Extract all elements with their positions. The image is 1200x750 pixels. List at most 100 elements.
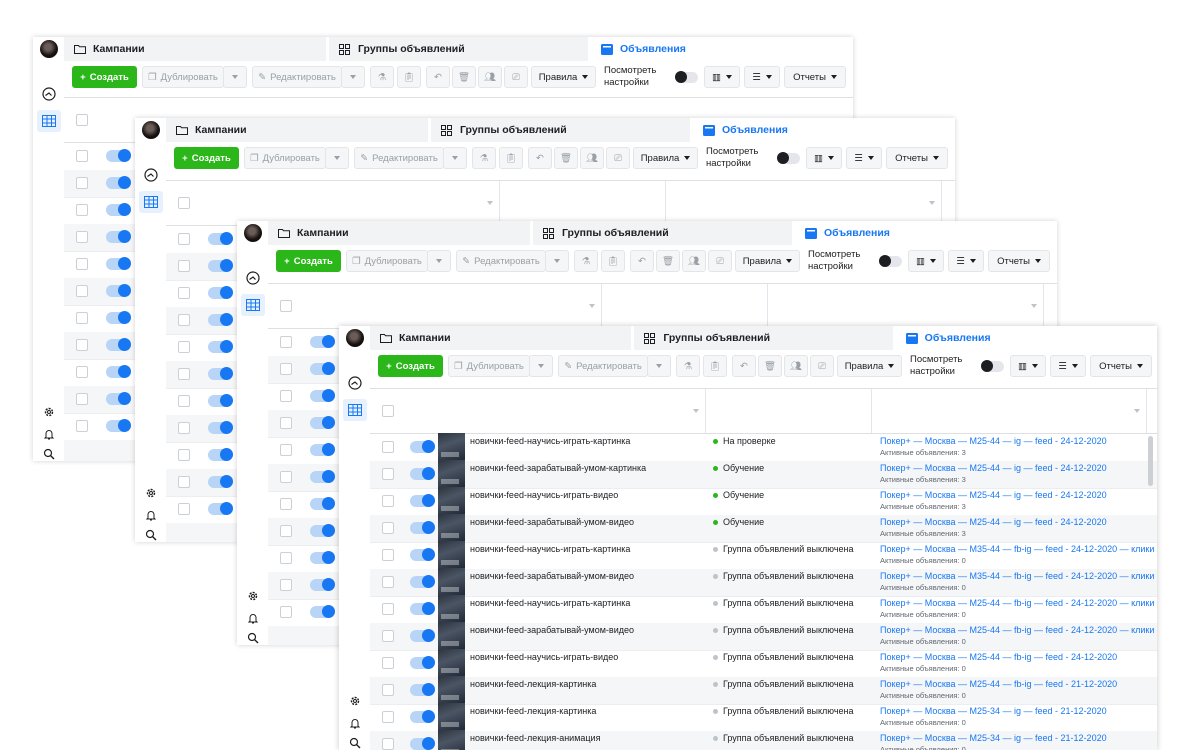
row-toggle[interactable] [208, 502, 233, 515]
duplicate-button[interactable]: ❐ Дублировать [142, 66, 224, 88]
audience-button[interactable]: 👥︎ [784, 355, 808, 377]
ad-name[interactable]: новички-feed-зарабатывай-умом-видео [470, 517, 634, 527]
row-checkbox[interactable] [178, 449, 190, 461]
adset-link[interactable]: Покер+ — Москва — M25-34 — ig — feed - 2… [880, 706, 1107, 716]
row-toggle[interactable] [410, 440, 435, 453]
create-button[interactable]: + Создать [72, 66, 137, 88]
tab-campaigns[interactable]: Кампании [268, 221, 533, 245]
row-checkbox[interactable] [382, 495, 394, 507]
column-adset-name[interactable] [872, 389, 1147, 433]
row-checkbox[interactable] [178, 368, 190, 380]
reports-button[interactable]: Отчеты [886, 147, 948, 169]
search-icon[interactable] [143, 528, 159, 542]
view-settings-toggle[interactable] [879, 255, 902, 267]
row-toggle[interactable] [310, 524, 335, 537]
adset-link[interactable]: Покер+ — Москва — M25-44 — ig — feed - 2… [880, 436, 1107, 446]
view-settings-toggle[interactable] [675, 71, 698, 83]
dashboard-icon[interactable] [40, 85, 58, 103]
ad-name[interactable]: новички-feed-научись-играть-картинка [470, 598, 630, 608]
duplicate-button[interactable]: ❐ Дублировать [244, 147, 326, 169]
edit-button[interactable]: ✎ Редактировать [456, 250, 546, 272]
row-toggle[interactable] [410, 548, 435, 561]
row-checkbox[interactable] [76, 366, 88, 378]
bell-icon[interactable] [41, 427, 57, 441]
row-toggle[interactable] [208, 421, 233, 434]
test-button[interactable]: ⚗ [676, 355, 700, 377]
row-checkbox[interactable] [76, 339, 88, 351]
row-checkbox[interactable] [178, 314, 190, 326]
row-checkbox[interactable] [280, 498, 292, 510]
column-status[interactable] [706, 389, 872, 433]
row-checkbox[interactable] [382, 576, 394, 588]
row-checkbox[interactable] [280, 579, 292, 591]
adset-link[interactable]: Покер+ — Москва — M25-44 — fb-ig — feed … [880, 598, 1154, 608]
delete-button[interactable]: 🗑︎ [656, 250, 680, 272]
bell-icon[interactable] [143, 508, 159, 522]
breakdown-button[interactable]: ☰ [1050, 355, 1086, 377]
ad-name[interactable]: новички-feed-научись-играть-картинка [470, 436, 630, 446]
row-checkbox[interactable] [178, 233, 190, 245]
row-checkbox[interactable] [280, 444, 292, 456]
edit-dropdown[interactable] [647, 355, 671, 377]
row-checkbox[interactable] [382, 738, 394, 750]
row-toggle[interactable] [208, 367, 233, 380]
row-toggle[interactable] [310, 389, 335, 402]
row-toggle[interactable] [410, 629, 435, 642]
rules-button[interactable]: Правила [837, 355, 902, 377]
settings-icon[interactable] [41, 405, 57, 419]
clipboard-button[interactable]: 📋︎ [397, 66, 421, 88]
row-toggle[interactable] [310, 443, 335, 456]
bell-icon[interactable] [245, 611, 261, 625]
row-checkbox[interactable] [178, 476, 190, 488]
row-checkbox[interactable] [76, 285, 88, 297]
row-toggle[interactable] [410, 656, 435, 669]
edit-dropdown[interactable] [443, 147, 467, 169]
bell-icon[interactable] [347, 716, 363, 730]
audience-button[interactable]: 👥︎ [580, 147, 604, 169]
preview-button[interactable]: ⎚ [810, 355, 834, 377]
view-settings-toggle[interactable] [981, 360, 1004, 372]
row-checkbox[interactable] [382, 441, 394, 453]
settings-icon[interactable] [347, 694, 363, 708]
row-checkbox[interactable] [280, 552, 292, 564]
undo-button[interactable]: ↶ [426, 66, 450, 88]
row-toggle[interactable] [410, 710, 435, 723]
reports-button[interactable]: Отчеты [784, 66, 846, 88]
rules-button[interactable]: Правила [633, 147, 698, 169]
dashboard-icon[interactable] [142, 166, 160, 184]
search-icon[interactable] [245, 631, 261, 645]
duplicate-button[interactable]: ❐ Дублировать [448, 355, 530, 377]
edit-dropdown[interactable] [341, 66, 365, 88]
columns-button[interactable]: ▥ [704, 66, 740, 88]
row-toggle[interactable] [106, 338, 131, 351]
tab-adsets[interactable]: Группы объявлений [431, 118, 693, 142]
row-toggle[interactable] [106, 230, 131, 243]
column-ad-name[interactable] [432, 389, 706, 433]
row-toggle[interactable] [410, 683, 435, 696]
adset-link[interactable]: Покер+ — Москва — M25-44 — fb-ig — feed … [880, 652, 1117, 662]
row-checkbox[interactable] [76, 393, 88, 405]
row-toggle[interactable] [208, 286, 233, 299]
row-toggle[interactable] [106, 392, 131, 405]
delete-button[interactable]: 🗑︎ [452, 66, 476, 88]
ad-name[interactable]: новички-feed-зарабатывай-умом-видео [470, 625, 634, 635]
search-icon[interactable] [41, 447, 57, 461]
row-toggle[interactable] [410, 737, 435, 750]
row-toggle[interactable] [310, 497, 335, 510]
column-ad-name[interactable] [228, 181, 500, 225]
duplicate-dropdown[interactable] [427, 250, 451, 272]
row-toggle[interactable] [310, 578, 335, 591]
row-toggle[interactable] [410, 602, 435, 615]
column-adset-name[interactable] [768, 284, 1044, 328]
row-checkbox[interactable] [178, 395, 190, 407]
clipboard-button[interactable]: 📋︎ [601, 250, 625, 272]
row-toggle[interactable] [208, 475, 233, 488]
row-toggle[interactable] [310, 335, 335, 348]
edit-button[interactable]: ✎ Редактировать [558, 355, 648, 377]
row-checkbox[interactable] [280, 390, 292, 402]
row-checkbox[interactable] [382, 630, 394, 642]
undo-button[interactable]: ↶ [528, 147, 552, 169]
table-icon[interactable] [139, 191, 163, 213]
row-checkbox[interactable] [178, 287, 190, 299]
tab-ads[interactable]: Объявления [591, 37, 853, 61]
